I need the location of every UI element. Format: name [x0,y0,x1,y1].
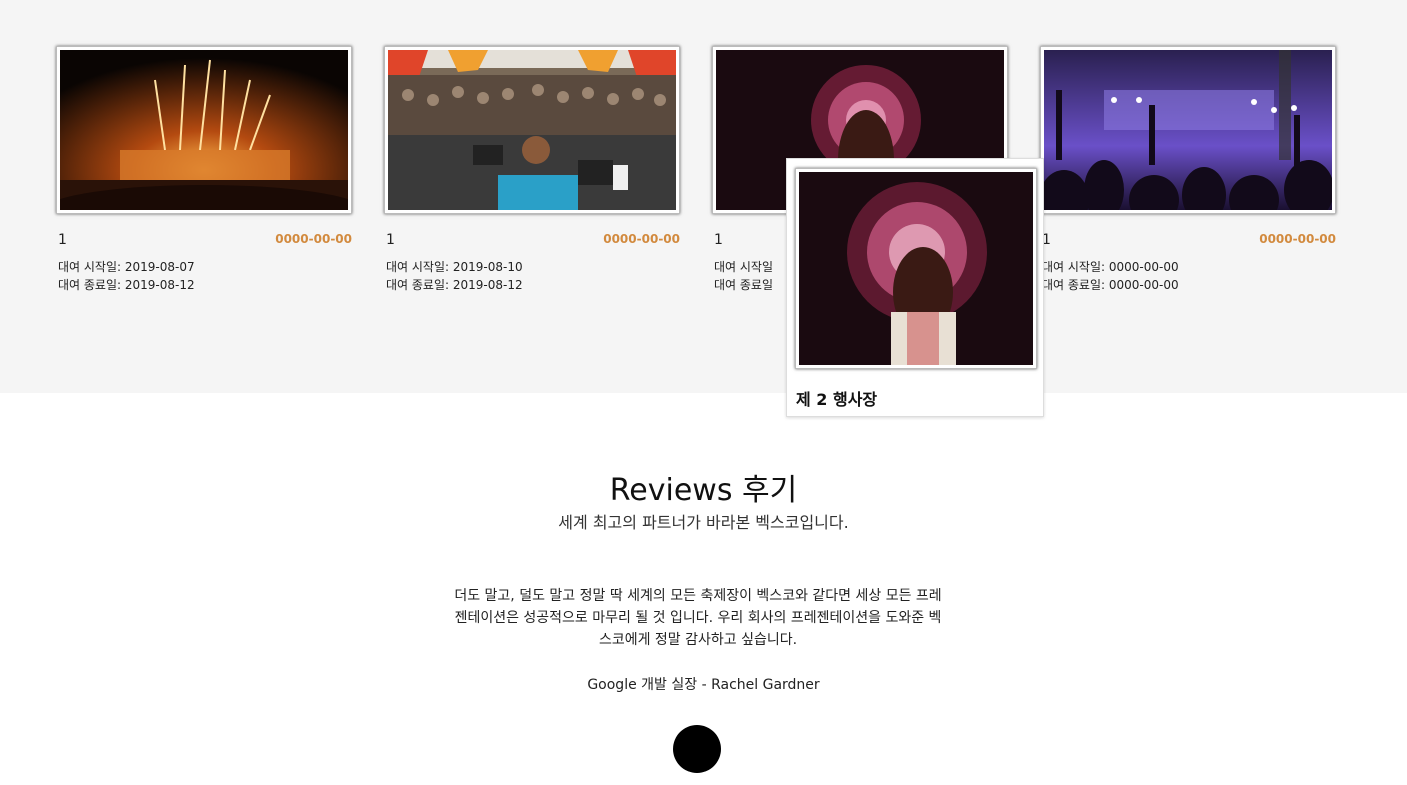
fireworks-stage-photo [60,50,348,210]
review-author: Google 개발 실장 - Rachel Gardner [587,677,820,693]
review-quote: 더도 말고, 덜도 말고 정말 딱 세계의 모든 축제장이 벡스코와 같다면 세… [454,588,942,648]
card-number: 1 [58,232,67,248]
card-photo-frame[interactable] [384,46,680,214]
card-photo-frame[interactable] [56,46,352,214]
venue-card-4[interactable]: 1 0000-00-00 대여 시작일: 0000-00-00 대여 종료일: … [1040,46,1336,294]
concert-crowd-photo [1044,50,1332,210]
rental-end-date: 대여 종료일: 0000-00-00 [1042,278,1179,292]
dj-crowd-photo [388,50,676,210]
rental-start-date: 대여 시작일: 2019-08-10 [386,260,523,274]
venue-card-1[interactable]: 1 0000-00-00 대여 시작일: 2019-08-07 대여 종료일: … [56,46,352,294]
venue-hover-popup[interactable]: 제 2 행사장 [786,158,1044,417]
popup-venue-title: 제 2 행사장 [796,390,878,409]
reviewer-avatar [673,725,721,773]
reviews-section: Reviews 후기 세계 최고의 파트너가 바라본 벡스코입니다. 더도 말고… [0,393,1407,785]
rental-start-date: 대여 시작일: 2019-08-07 [58,260,195,274]
popup-photo-frame[interactable] [795,168,1037,369]
card-photo-frame[interactable] [1040,46,1336,214]
card-date: 0000-00-00 [1259,232,1336,246]
rental-start-date: 대여 시작일: 0000-00-00 [1042,260,1179,274]
venue-card-2[interactable]: 1 0000-00-00 대여 시작일: 2019-08-10 대여 종료일: … [384,46,680,294]
rental-end-date: 대여 종료일: 2019-08-12 [58,278,195,292]
card-date: 0000-00-00 [275,232,352,246]
reviews-subtitle: 세계 최고의 파트너가 바라본 벡스코입니다. [558,513,849,532]
gallery-section: 1 0000-00-00 대여 시작일: 2019-08-07 대여 종료일: … [0,0,1407,417]
card-number: 1 [386,232,395,248]
rental-end-date: 대여 종료일: 2019-08-12 [386,278,523,292]
reviews-title: Reviews 후기 [609,473,798,508]
sparkler-girl-photo [799,172,1033,365]
card-date: 0000-00-00 [603,232,680,246]
card-number: 1 [714,232,723,248]
